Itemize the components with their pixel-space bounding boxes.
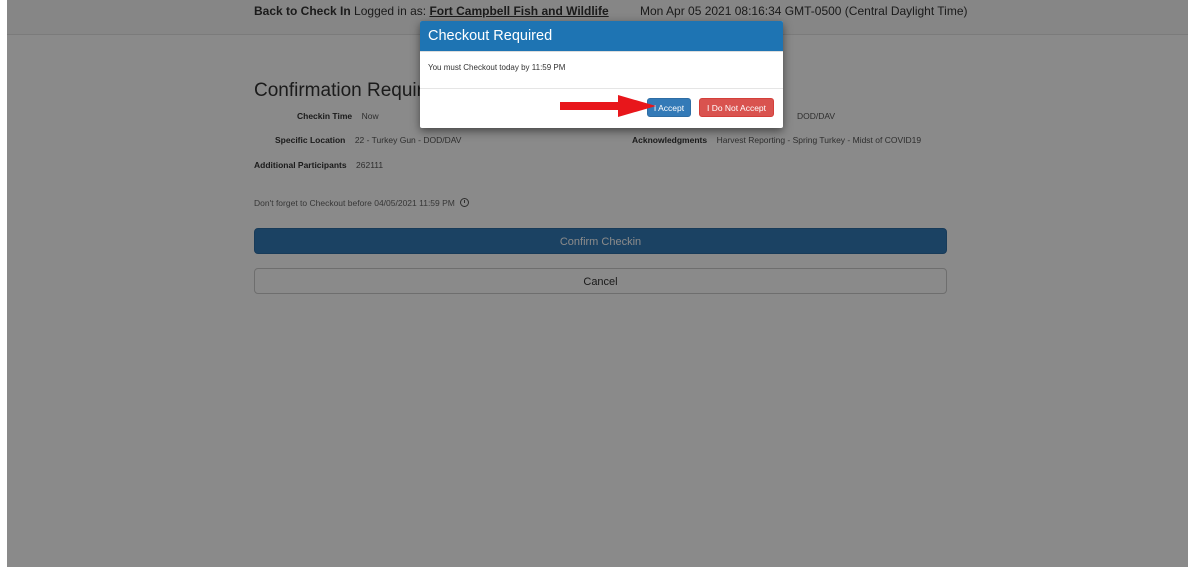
modal-body-text: You must Checkout today by 11:59 PM bbox=[428, 63, 566, 72]
page: Back to Check In Logged in as: Fort Camp… bbox=[7, 0, 1188, 567]
arrow-annotation-icon bbox=[560, 95, 656, 117]
modal-title: Checkout Required bbox=[420, 21, 783, 52]
decline-button[interactable]: I Do Not Accept bbox=[699, 98, 774, 117]
